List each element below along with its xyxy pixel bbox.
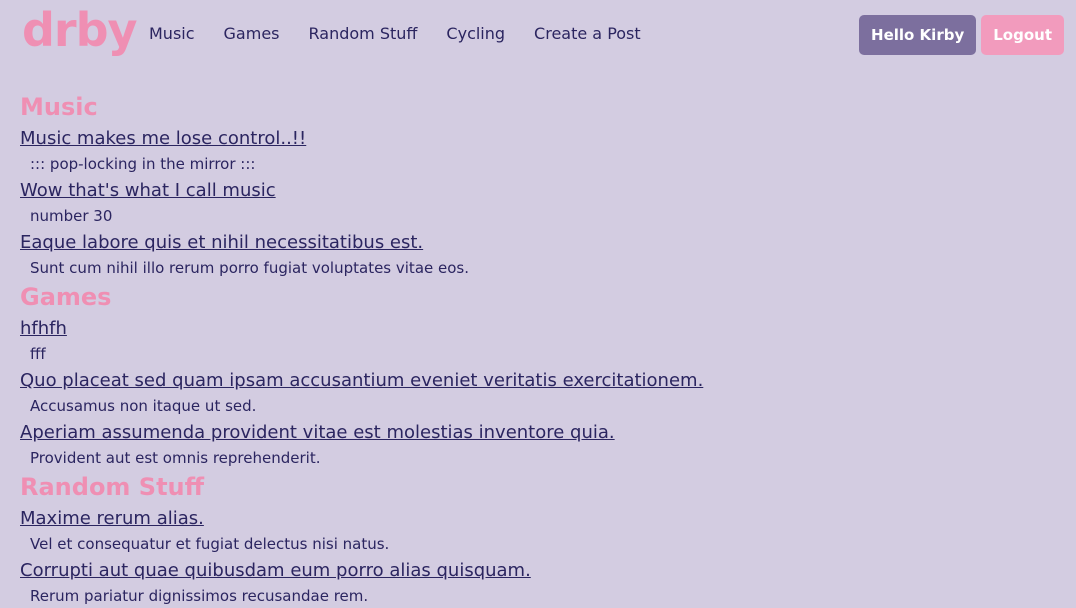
section-title: Games bbox=[20, 283, 112, 311]
post-title-link[interactable]: Music makes me lose control..!! bbox=[20, 126, 306, 152]
nav-link-music[interactable]: Music bbox=[149, 24, 195, 44]
post-title-link[interactable]: Quo placeat sed quam ipsam accusantium e… bbox=[20, 368, 703, 394]
post-item: Aperiam assumenda provident vitae est mo… bbox=[20, 418, 1060, 470]
post-item: Quo placeat sed quam ipsam accusantium e… bbox=[20, 366, 1060, 418]
post-title-link[interactable]: Wow that's what I call music bbox=[20, 178, 276, 204]
post-excerpt: Accusamus non itaque ut sed. bbox=[30, 397, 257, 415]
post-item: Corrupti aut quae quibusdam eum porro al… bbox=[20, 556, 1060, 608]
post-item: Eaque labore quis et nihil necessitatibu… bbox=[20, 228, 1060, 280]
post-item: Wow that's what I call music number 30 bbox=[20, 176, 1060, 228]
navbar: drby Music Games Random Stuff Cycling Cr… bbox=[0, 0, 1076, 70]
nav-link-games[interactable]: Games bbox=[224, 24, 280, 44]
post-item: Maxime rerum alias. Vel et consequatur e… bbox=[20, 504, 1060, 556]
brand-logo[interactable]: drby bbox=[22, 2, 138, 58]
section-music: Music Music makes me lose control..!! ::… bbox=[20, 90, 1060, 280]
nav-link-create-post[interactable]: Create a Post bbox=[534, 24, 641, 44]
section-random-stuff: Random Stuff Maxime rerum alias. Vel et … bbox=[20, 470, 1060, 608]
post-excerpt: Rerum pariatur dignissimos recusandae re… bbox=[30, 587, 369, 605]
post-title-link[interactable]: Eaque labore quis et nihil necessitatibu… bbox=[20, 230, 423, 256]
hello-user-button[interactable]: Hello Kirby bbox=[859, 15, 977, 55]
post-excerpt: Vel et consequatur et fugiat delectus ni… bbox=[30, 535, 390, 553]
nav-links: Music Games Random Stuff Cycling Create … bbox=[149, 24, 670, 44]
post-excerpt: Sunt cum nihil illo rerum porro fugiat v… bbox=[30, 259, 469, 277]
post-excerpt: fff bbox=[30, 345, 46, 363]
section-games: Games hfhfh fff Quo placeat sed quam ips… bbox=[20, 280, 1060, 470]
post-title-link[interactable]: Corrupti aut quae quibusdam eum porro al… bbox=[20, 558, 531, 584]
post-title-link[interactable]: Aperiam assumenda provident vitae est mo… bbox=[20, 420, 615, 446]
post-title-link[interactable]: hfhfh bbox=[20, 316, 67, 342]
post-excerpt: number 30 bbox=[30, 207, 113, 225]
nav-link-cycling[interactable]: Cycling bbox=[446, 24, 505, 44]
post-item: Music makes me lose control..!! ::: pop-… bbox=[20, 124, 1060, 176]
post-excerpt: ::: pop-locking in the mirror ::: bbox=[30, 155, 256, 173]
post-title-link[interactable]: Maxime rerum alias. bbox=[20, 506, 204, 532]
nav-link-random-stuff[interactable]: Random Stuff bbox=[309, 24, 418, 44]
section-title: Music bbox=[20, 93, 98, 121]
logout-button[interactable]: Logout bbox=[981, 15, 1064, 55]
section-title: Random Stuff bbox=[20, 473, 205, 501]
post-item: hfhfh fff bbox=[20, 314, 1060, 366]
post-excerpt: Provident aut est omnis reprehenderit. bbox=[30, 449, 321, 467]
main-content: Music Music makes me lose control..!! ::… bbox=[20, 90, 1060, 608]
user-actions: Hello Kirby Logout bbox=[859, 15, 1064, 55]
